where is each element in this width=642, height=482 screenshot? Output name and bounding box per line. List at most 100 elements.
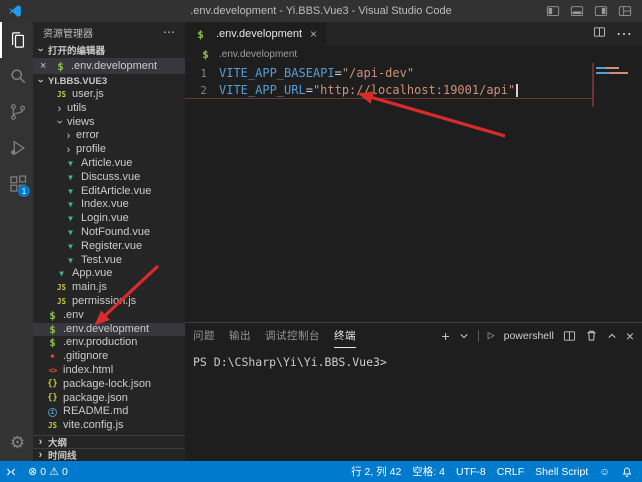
vue-file-icon: ▼ — [55, 267, 68, 281]
editor-area: $ .env.development × ⋯ $ .env.developmen… — [185, 22, 642, 461]
breadcrumb[interactable]: $ .env.development — [185, 46, 642, 63]
bottom-panel: 问题输出调试控制台终端 + ▷ powershell × PS D:\CS — [185, 322, 642, 461]
outline-section[interactable]: › 大纲 — [33, 435, 185, 448]
open-editors-header[interactable]: › 打开的编辑器 — [33, 42, 185, 58]
terminal-shell-label[interactable]: powershell — [504, 330, 554, 342]
notifications-bell-icon[interactable] — [621, 466, 633, 478]
minimap[interactable] — [596, 67, 628, 77]
tree-item-.env[interactable]: $.env — [33, 309, 185, 323]
env-file-icon: $ — [199, 48, 212, 61]
tree-item-user.js[interactable]: JSuser.js — [33, 88, 185, 102]
terminal-shell-icon: ▷ — [488, 330, 495, 341]
timeline-section[interactable]: › 时间线 — [33, 448, 185, 461]
chevron-down-icon: › — [55, 118, 65, 127]
tree-item-index.html[interactable]: <>index.html — [33, 364, 185, 378]
source-control-icon[interactable] — [0, 94, 33, 130]
tree-item-Test.vue[interactable]: ▼Test.vue — [33, 254, 185, 268]
tree-item-.env.production[interactable]: $.env.production — [33, 336, 185, 350]
close-panel-icon[interactable]: × — [626, 328, 634, 344]
settings-gear-icon[interactable]: ⚙ — [0, 425, 33, 461]
open-editor-item[interactable]: × $ .env.development — [33, 58, 185, 74]
close-icon[interactable]: × — [310, 27, 317, 41]
split-editor-icon[interactable] — [593, 25, 606, 43]
toggle-panel-icon[interactable] — [570, 4, 584, 18]
toggle-sidebar-icon[interactable] — [546, 4, 560, 18]
code-lines: 1VITE_APP_BASEAPI="/api-dev"2VITE_APP_UR… — [185, 65, 642, 99]
tree-item-App.vue[interactable]: ▼App.vue — [33, 267, 185, 281]
tree-item-Login.vue[interactable]: ▼Login.vue — [33, 212, 185, 226]
tree-item-Index.vue[interactable]: ▼Index.vue — [33, 198, 185, 212]
terminal-profile-chevron-icon[interactable] — [459, 332, 469, 340]
js-file-icon: JS — [55, 281, 68, 295]
tree-item-EditArticle.vue[interactable]: ▼EditArticle.vue — [33, 185, 185, 199]
tree-item-permission.js[interactable]: JSpermission.js — [33, 295, 185, 309]
tree-item-views[interactable]: ›views — [33, 116, 185, 130]
panel-header: 问题输出调试控制台终端 + ▷ powershell × — [185, 323, 642, 348]
env-file-icon: $ — [46, 323, 59, 337]
error-icon: ⊗ — [28, 465, 37, 478]
panel-tab-输出[interactable]: 输出 — [229, 323, 251, 348]
vscode-logo-icon[interactable] — [8, 4, 22, 18]
language-mode[interactable]: Shell Script — [535, 466, 588, 478]
customize-layout-icon[interactable] — [618, 4, 632, 18]
file-name: package-lock.json — [63, 378, 151, 392]
js-file-icon: JS — [46, 419, 59, 433]
tree-item-error[interactable]: ›error — [33, 129, 185, 143]
tree-item-utils[interactable]: ›utils — [33, 102, 185, 116]
file-name: NotFound.vue — [81, 226, 150, 240]
code-line-2[interactable]: 2VITE_APP_URL="http://localhost:19001/ap… — [185, 82, 594, 99]
code-line-1[interactable]: 1VITE_APP_BASEAPI="/api-dev" — [185, 65, 594, 82]
tab-env-development[interactable]: $ .env.development × — [185, 22, 326, 46]
html-file-icon: <> — [46, 364, 59, 378]
tree-item-Register.vue[interactable]: ▼Register.vue — [33, 240, 185, 254]
remote-indicator[interactable] — [5, 466, 17, 478]
cursor-position[interactable]: 行 2, 列 42 — [351, 464, 401, 479]
chevron-right-icon: › — [36, 437, 45, 447]
breadcrumb-item: .env.development — [219, 49, 297, 60]
file-tree: JSuser.js›utils›views›error›profile▼Arti… — [33, 88, 185, 435]
kill-terminal-trash-icon[interactable] — [585, 329, 598, 342]
terminal-prompt: PS D:\CSharp\Yi\Yi.BBS.Vue3> — [193, 355, 387, 369]
close-icon[interactable]: × — [40, 60, 51, 72]
open-editor-file-name: .env.development — [71, 60, 157, 72]
new-terminal-icon[interactable]: + — [442, 328, 450, 344]
panel-tab-终端[interactable]: 终端 — [334, 323, 356, 348]
split-terminal-icon[interactable] — [563, 330, 576, 342]
eol-setting[interactable]: CRLF — [497, 466, 524, 478]
terminal-content[interactable]: PS D:\CSharp\Yi\Yi.BBS.Vue3> — [185, 348, 642, 369]
file-name: permission.js — [72, 295, 136, 309]
search-icon[interactable] — [0, 58, 33, 94]
tree-item-Discuss.vue[interactable]: ▼Discuss.vue — [33, 171, 185, 185]
panel-tab-问题[interactable]: 问题 — [193, 323, 215, 348]
overview-ruler-mark — [592, 63, 594, 107]
status-bar: ⊗ 0 ⚠ 0 行 2, 列 42 空格: 4 UTF-8 CRLF Shell… — [0, 461, 642, 482]
feedback-smiley-icon[interactable]: ☺ — [599, 466, 610, 478]
indentation-setting[interactable]: 空格: 4 — [412, 464, 445, 479]
more-actions-icon[interactable]: ⋯ — [163, 25, 175, 39]
editor-more-actions-icon[interactable]: ⋯ — [616, 24, 632, 44]
tree-item-.env.development[interactable]: $.env.development — [33, 323, 185, 337]
run-debug-icon[interactable] — [0, 130, 33, 166]
tree-item-main.js[interactable]: JSmain.js — [33, 281, 185, 295]
chevron-right-icon: › — [64, 145, 73, 155]
tree-item-package.json[interactable]: {}package.json — [33, 392, 185, 406]
tree-item-.gitignore[interactable]: ◆.gitignore — [33, 350, 185, 364]
tree-item-vite.config.js[interactable]: JSvite.config.js — [33, 419, 185, 433]
file-name: Index.vue — [81, 198, 129, 212]
tree-item-Article.vue[interactable]: ▼Article.vue — [33, 157, 185, 171]
tree-item-README.md[interactable]: iREADME.md — [33, 405, 185, 419]
extensions-icon[interactable]: 1 — [0, 166, 33, 202]
explorer-icon[interactable] — [0, 22, 33, 58]
vue-file-icon: ▼ — [64, 240, 77, 254]
tree-item-profile[interactable]: ›profile — [33, 143, 185, 157]
project-root-header[interactable]: › YI.BBS.VUE3 — [33, 74, 185, 88]
problems-indicator[interactable]: ⊗ 0 ⚠ 0 — [28, 465, 68, 478]
tree-item-package-lock.json[interactable]: {}package-lock.json — [33, 378, 185, 392]
minimap-line — [596, 72, 628, 74]
tree-item-NotFound.vue[interactable]: ▼NotFound.vue — [33, 226, 185, 240]
toggle-secondary-sidebar-icon[interactable] — [594, 4, 608, 18]
panel-tab-调试控制台[interactable]: 调试控制台 — [265, 323, 320, 348]
encoding-setting[interactable]: UTF-8 — [456, 466, 486, 478]
code-editor[interactable]: 1VITE_APP_BASEAPI="/api-dev"2VITE_APP_UR… — [185, 63, 642, 322]
maximize-panel-icon[interactable] — [607, 332, 617, 340]
